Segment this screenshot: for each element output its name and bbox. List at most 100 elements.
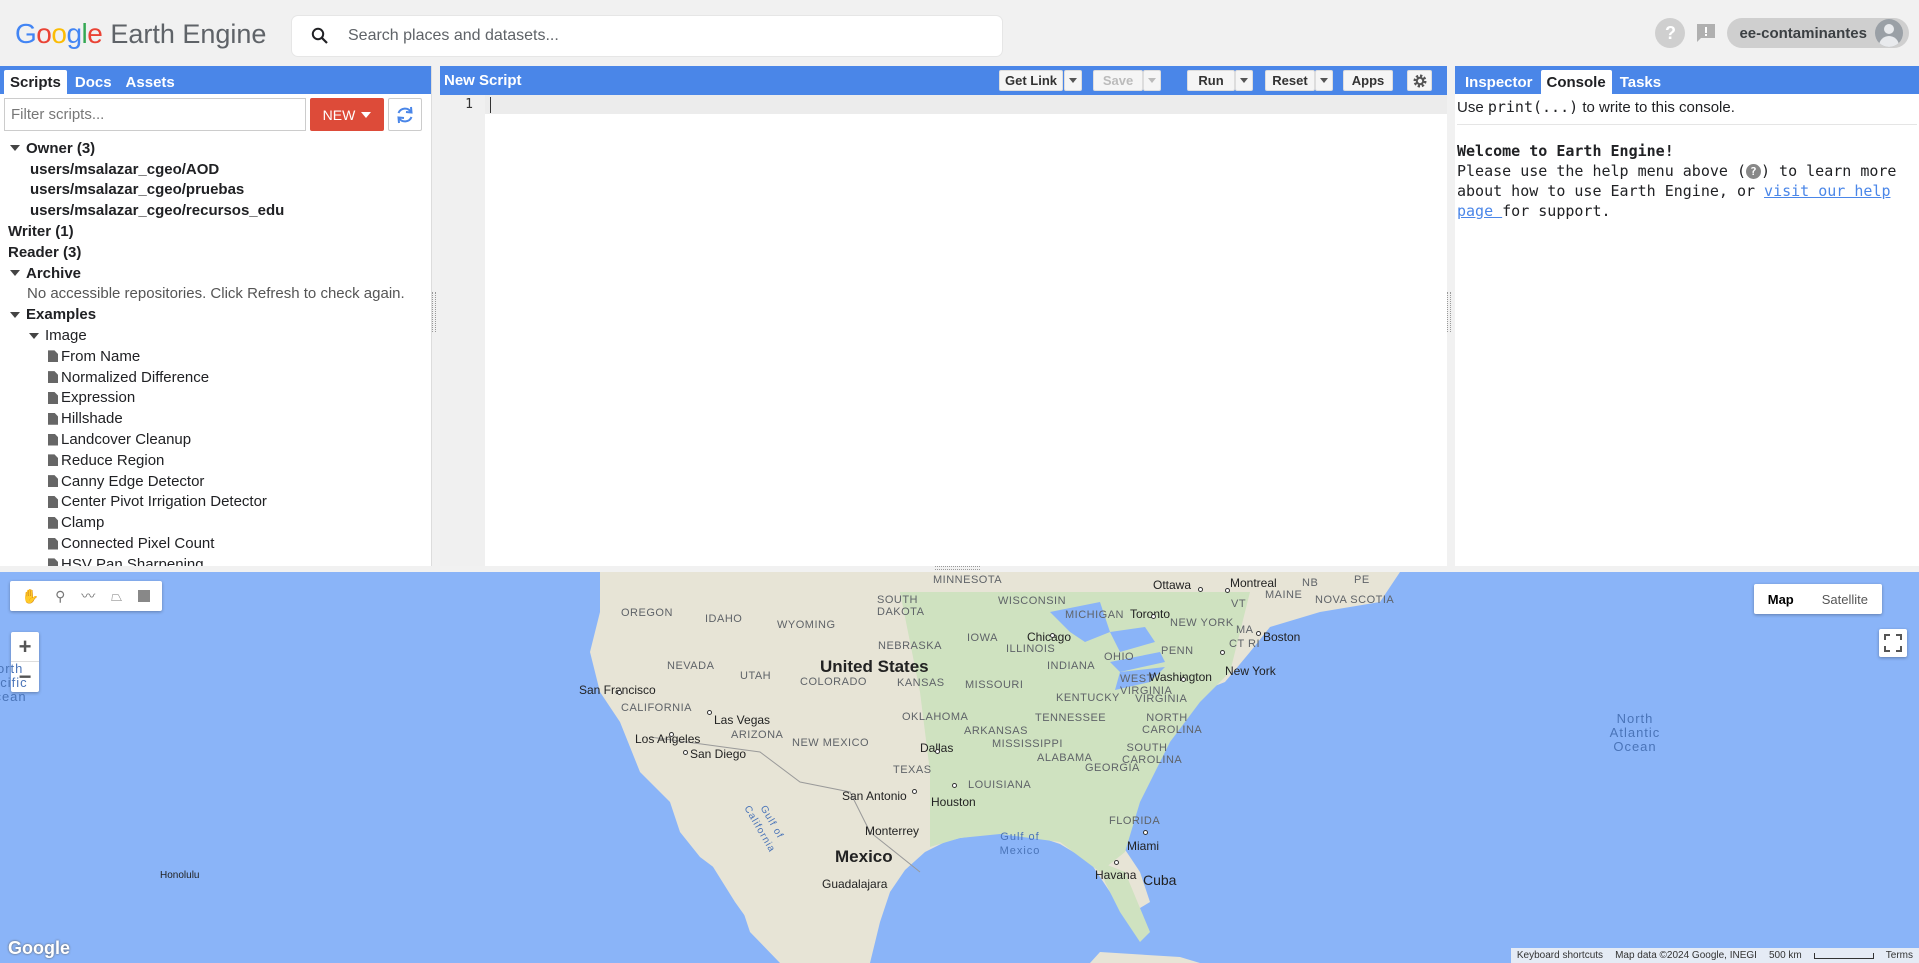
map-data-credit: Map data ©2024 Google, INEGI <box>1615 950 1757 961</box>
get-link-button[interactable]: Get Link <box>999 70 1063 91</box>
drawing-tools: ✋ ⚲ 〰 ⏢ <box>10 581 162 611</box>
help-icon[interactable]: ? <box>1655 18 1686 48</box>
line-number: 1 <box>465 97 473 112</box>
run-button[interactable]: Run <box>1187 70 1235 91</box>
search-box[interactable] <box>292 16 1002 56</box>
tree-owner[interactable]: Owner (3) <box>0 138 431 159</box>
state-label: MINNESOTA <box>933 574 1003 586</box>
zoom-in-button[interactable]: + <box>11 632 39 662</box>
draw-rectangle-icon[interactable] <box>138 590 151 602</box>
apps-button[interactable]: Apps <box>1343 70 1393 91</box>
ocean-label: North Atlantic Ocean <box>1609 711 1661 754</box>
ocean-label: North Pacific Ocean <box>0 661 28 704</box>
city-label: Ottawa <box>1153 578 1192 592</box>
state-label: OREGON <box>621 607 673 619</box>
city-marker <box>1143 830 1148 835</box>
state-label: CT <box>1229 638 1245 650</box>
tab-assets[interactable]: Assets <box>120 70 181 94</box>
tab-console[interactable]: Console <box>1540 70 1612 94</box>
script-item[interactable]: HSV Pan Sharpening <box>0 554 431 566</box>
state-label: MICHIGAN <box>1065 609 1124 621</box>
terms-link[interactable]: Terms <box>1886 950 1913 961</box>
reset-button[interactable]: Reset <box>1265 70 1315 91</box>
draw-line-icon[interactable]: 〰 <box>81 586 95 606</box>
tree-item[interactable]: users/msalazar_cgeo/pruebas <box>0 180 431 201</box>
script-title[interactable]: New Script <box>444 72 522 89</box>
script-item[interactable]: Center Pivot Irrigation Detector <box>0 492 431 513</box>
state-label: LOUISIANA <box>968 779 1032 791</box>
script-item[interactable]: Landcover Cleanup <box>0 429 431 450</box>
refresh-icon <box>397 106 413 123</box>
avatar <box>1875 19 1903 47</box>
google-wordmark: Google <box>15 18 103 49</box>
tree-reader[interactable]: Reader (3) <box>0 242 431 263</box>
feedback-icon[interactable] <box>1691 18 1721 48</box>
save-dropdown[interactable] <box>1143 70 1161 91</box>
script-item[interactable]: Hillshade <box>0 408 431 429</box>
settings-button[interactable] <box>1407 70 1432 91</box>
script-item[interactable]: Canny Edge Detector <box>0 471 431 492</box>
add-marker-icon[interactable]: ⚲ <box>55 588 65 605</box>
new-button[interactable]: NEW <box>310 98 384 131</box>
tree-item[interactable]: users/msalazar_cgeo/AOD <box>0 159 431 180</box>
file-icon <box>48 412 58 425</box>
console-panel: Inspector Console Tasks Use print(...) t… <box>1455 66 1919 566</box>
state-label: SOUTH DAKOTA <box>877 594 925 618</box>
script-item[interactable]: From Name <box>0 346 431 367</box>
map-type-map[interactable]: Map <box>1754 584 1808 614</box>
left-splitter[interactable] <box>432 292 436 332</box>
keyboard-shortcuts-link[interactable]: Keyboard shortcuts <box>1517 950 1603 961</box>
state-label: MISSISSIPPI <box>992 738 1063 750</box>
script-item[interactable]: Reduce Region <box>0 450 431 471</box>
state-label: VIRGINIA <box>1135 693 1188 705</box>
fullscreen-button[interactable] <box>1879 629 1907 657</box>
account-button[interactable]: ee-contaminantes <box>1727 18 1909 48</box>
tab-inspector[interactable]: Inspector <box>1459 70 1539 94</box>
map-attribution: Keyboard shortcuts Map data ©2024 Google… <box>1510 948 1919 963</box>
filter-scripts-input[interactable] <box>4 98 306 131</box>
save-button[interactable]: Save <box>1093 70 1143 91</box>
draw-shape-icon[interactable]: ⏢ <box>111 588 122 605</box>
scripts-tree: Owner (3) users/msalazar_cgeo/AOD users/… <box>0 135 431 566</box>
get-link-dropdown[interactable] <box>1064 70 1082 91</box>
city-label: Boston <box>1263 630 1301 644</box>
state-label: NEBRASKA <box>878 640 942 652</box>
tree-image[interactable]: Image <box>0 325 431 346</box>
pan-hand-icon[interactable]: ✋ <box>22 588 39 605</box>
tab-tasks[interactable]: Tasks <box>1614 70 1667 94</box>
state-label: MISSOURI <box>965 679 1024 691</box>
script-item[interactable]: Expression <box>0 388 431 409</box>
console-hint: Use print(...) to write to this console. <box>1457 98 1917 125</box>
code-editor: New Script Get Link Save Run Reset Apps … <box>440 66 1447 566</box>
city-label: Toronto <box>1130 607 1171 621</box>
map-splitter[interactable] <box>935 566 980 570</box>
search-input[interactable] <box>348 27 948 45</box>
map-type-satellite[interactable]: Satellite <box>1808 584 1882 614</box>
right-splitter[interactable] <box>1447 292 1451 332</box>
search-icon <box>292 27 348 45</box>
earth-engine-logo[interactable]: Google Earth Engine <box>15 18 266 50</box>
city-marker <box>707 710 712 715</box>
tab-docs[interactable]: Docs <box>69 70 118 94</box>
script-item[interactable]: Connected Pixel Count <box>0 533 431 554</box>
tab-scripts[interactable]: Scripts <box>4 70 67 94</box>
fullscreen-icon <box>1884 634 1902 652</box>
state-label: ARKANSAS <box>964 725 1028 737</box>
tree-archive[interactable]: Archive <box>0 263 431 284</box>
tree-writer[interactable]: Writer (1) <box>0 221 431 242</box>
state-label: NEVADA <box>667 660 715 672</box>
script-item[interactable]: Normalized Difference <box>0 367 431 388</box>
city-label: Washington <box>1149 670 1212 684</box>
reset-dropdown[interactable] <box>1315 70 1333 91</box>
city-label: Los Angeles <box>635 732 701 746</box>
scripts-panel: Scripts Docs Assets NEW Owner (3) users/… <box>0 66 432 566</box>
run-dropdown[interactable] <box>1235 70 1253 91</box>
map-view[interactable]: ✋ ⚲ 〰 ⏢ + − Map Satellite United States … <box>0 572 1919 963</box>
city-label: San Antonio <box>842 789 907 803</box>
map-landmass <box>590 572 1400 963</box>
tree-examples[interactable]: Examples <box>0 304 431 325</box>
refresh-button[interactable] <box>388 98 422 131</box>
tree-item[interactable]: users/msalazar_cgeo/recursos_edu <box>0 200 431 221</box>
script-item[interactable]: Clamp <box>0 512 431 533</box>
city-marker <box>1225 588 1230 593</box>
